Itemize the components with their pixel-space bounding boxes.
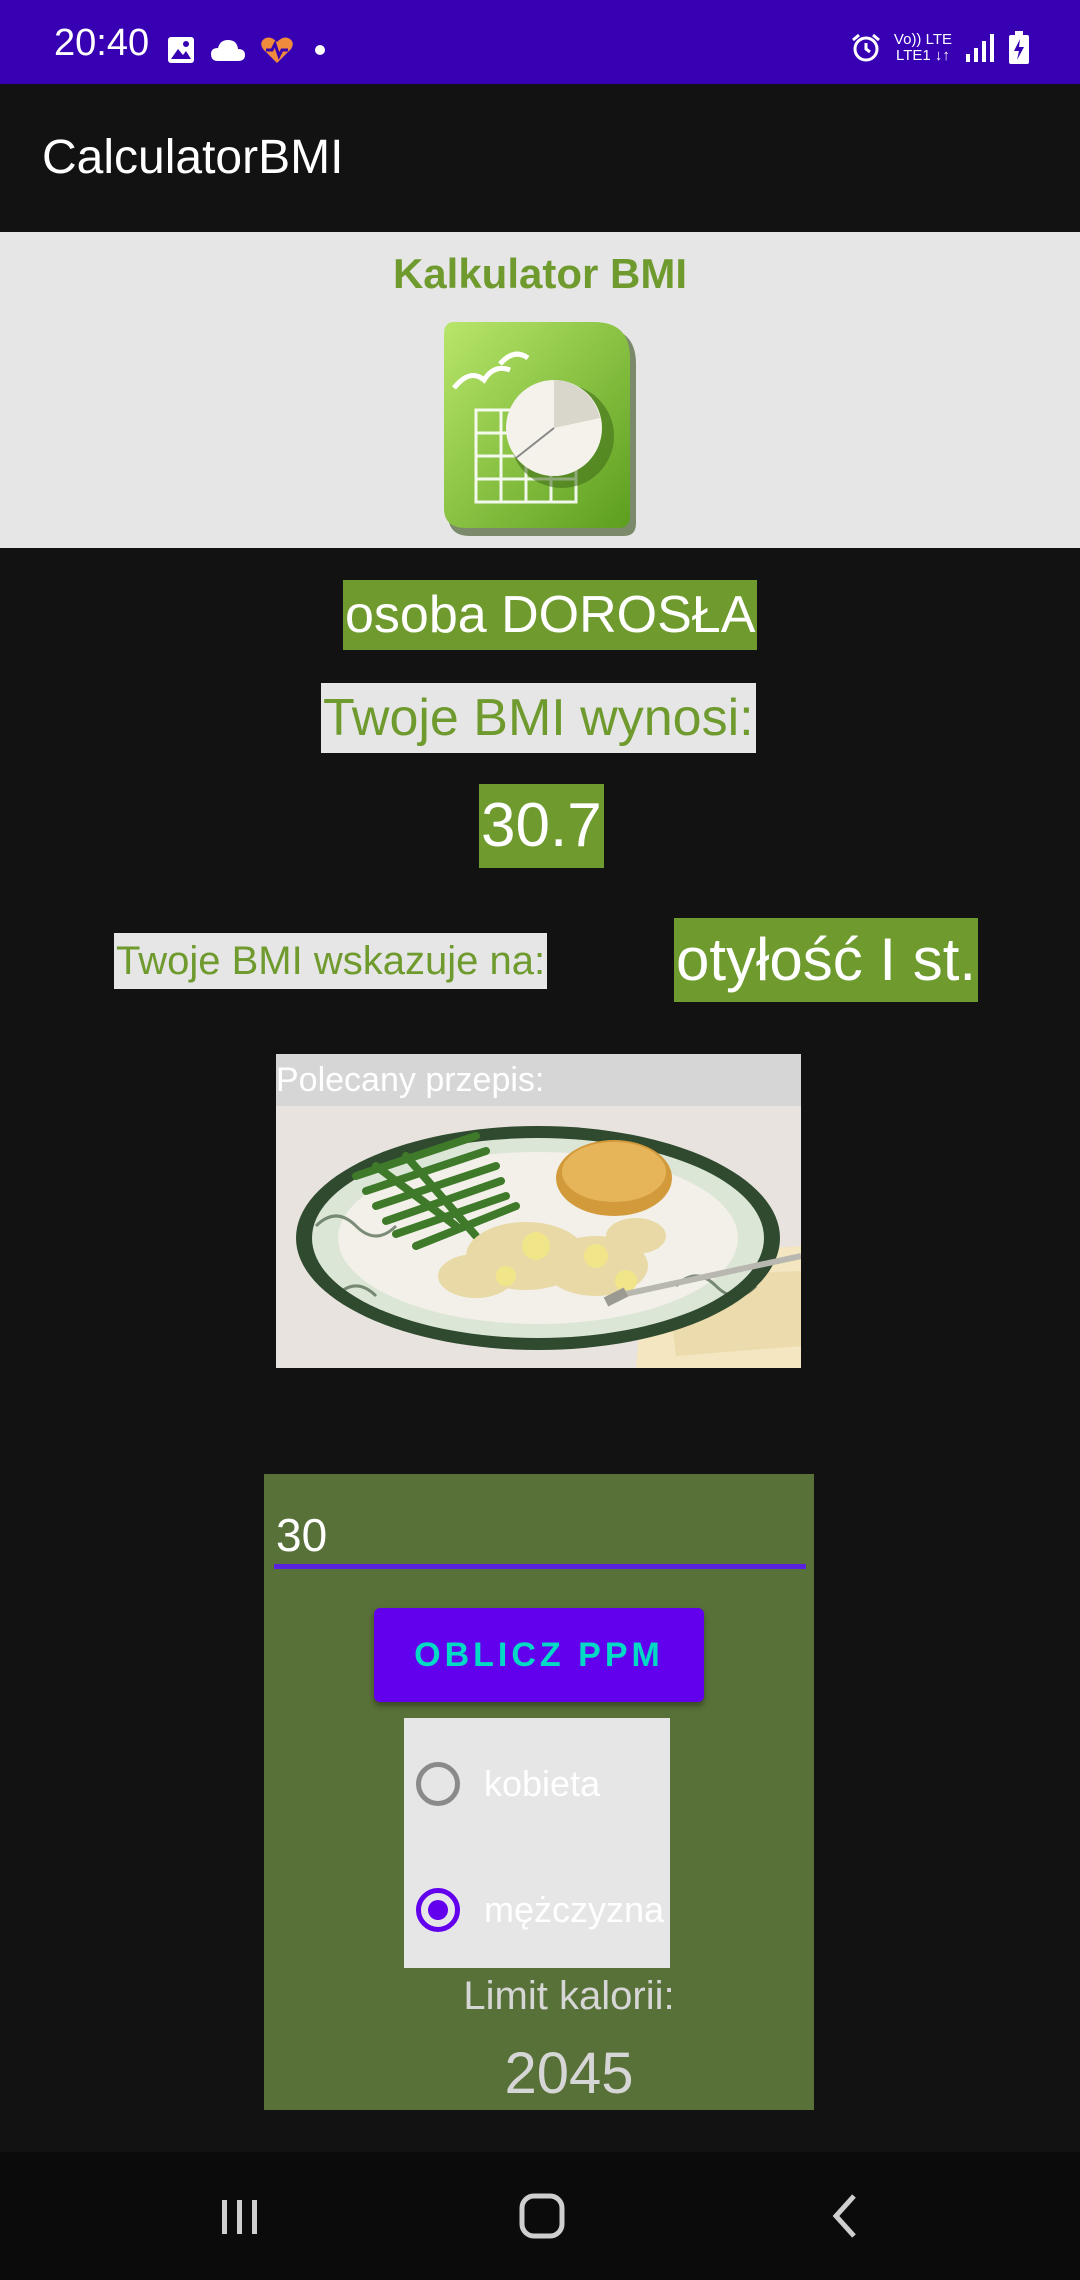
status-bar: 20:40 Vo)) LTE LTE1 ↓↑	[0, 0, 1080, 84]
bmi-category-value: otyłość I st.	[674, 918, 979, 1002]
calorie-limit-label: Limit kalorii:	[463, 1974, 675, 2018]
image-icon	[168, 37, 194, 63]
spreadsheet-chart-logo	[444, 322, 636, 536]
radio-label-female: kobieta	[484, 1763, 601, 1804]
bmi-caption: Twoje BMI wynosi:	[321, 683, 756, 753]
back-icon[interactable]	[816, 2190, 876, 2242]
navigation-bar	[0, 2152, 1080, 2280]
battery-charging-icon	[1009, 31, 1029, 64]
bmi-indicates-caption: Twoje BMI wskazuje na:	[114, 933, 548, 989]
volte-icon: Vo)) LTE LTE1 ↓↑	[894, 32, 952, 64]
status-right-icons: Vo)) LTE LTE1 ↓↑	[850, 26, 1030, 70]
radio-option-male[interactable]: mężczyzna	[416, 1880, 664, 1940]
signal-icon	[966, 34, 994, 62]
header-title: Kalkulator BMI	[392, 250, 688, 297]
app-screen: 20:40 Vo)) LTE LTE1 ↓↑ CalculatorBMI Kal…	[0, 0, 1080, 2280]
radio-option-female[interactable]: kobieta	[416, 1754, 600, 1814]
app-title: CalculatorBMI	[42, 131, 344, 184]
recipe-label: Polecany przepis:	[276, 1054, 801, 1106]
calorie-limit-value: 2045	[504, 2041, 634, 2106]
header-panel: Kalkulator BMI	[0, 232, 1080, 548]
home-icon[interactable]	[512, 2190, 572, 2242]
app-bar: CalculatorBMI	[0, 84, 1080, 232]
lte-top-text: Vo)) LTE	[893, 31, 952, 48]
status-time: 20:40	[54, 22, 150, 64]
alarm-icon	[851, 33, 880, 62]
radio-unselected-icon[interactable]	[416, 1762, 460, 1806]
calorie-panel: OBLICZ PPM kobieta mężczyzna Limit kalor…	[264, 1474, 814, 2110]
notification-dot-icon	[315, 45, 325, 55]
health-app-icon	[261, 37, 293, 63]
bmi-value: 30.7	[479, 784, 604, 868]
radio-label-male: mężczyzna	[484, 1889, 665, 1930]
radio-selected-icon[interactable]	[416, 1888, 460, 1932]
status-left-icons	[166, 30, 332, 70]
calculate-ppm-button[interactable]: OBLICZ PPM	[374, 1608, 704, 1702]
lte-bottom-text: LTE1 ↓↑	[896, 47, 950, 64]
cloud-icon	[211, 40, 245, 61]
age-category-label: osoba DOROSŁA	[343, 580, 758, 650]
chicken-dumplings-plate-image	[276, 1106, 801, 1368]
sex-radio-group: kobieta mężczyzna	[404, 1718, 670, 1968]
recent-apps-icon[interactable]	[210, 2190, 270, 2242]
age-input[interactable]	[274, 1506, 806, 1569]
recipe-card[interactable]: Polecany przepis:	[276, 1054, 801, 1368]
